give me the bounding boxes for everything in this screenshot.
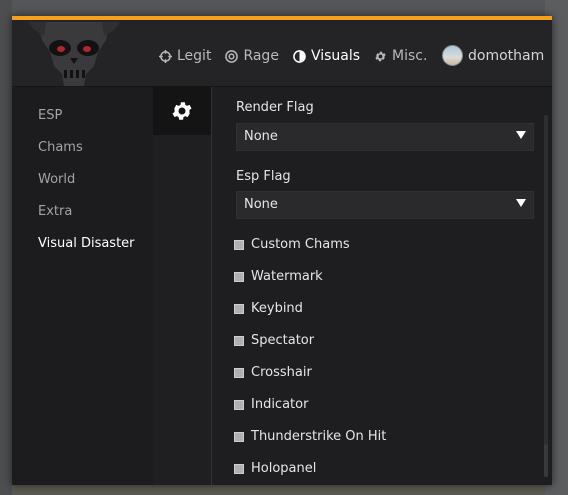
checkbox-box[interactable] — [234, 271, 244, 282]
gear-icon — [375, 51, 386, 61]
settings-panel: Render Flag None Esp Flag None Custom Ch… — [212, 87, 552, 485]
checkbox-label: Keybind — [251, 301, 303, 316]
dropdown-arrow-icon — [516, 131, 526, 139]
sidebar-item-chams[interactable]: Chams — [12, 132, 153, 164]
checkbox-box[interactable] — [234, 303, 244, 314]
avatar — [442, 45, 463, 66]
dropdown-arrow-icon — [516, 199, 526, 207]
sidebar: ESP Chams World Extra Visual Disaster — [12, 87, 154, 485]
checkbox-label: Holopanel — [251, 461, 317, 476]
sub-tab-bar — [153, 87, 212, 485]
render-flag-dropdown[interactable]: None — [236, 123, 534, 151]
sidebar-item-esp[interactable]: ESP — [12, 100, 153, 132]
checkbox-spectator[interactable]: Spectator — [234, 333, 314, 348]
tab-legit-label: Legit — [177, 48, 212, 64]
checkbox-thunderstrike-on-hit[interactable]: Thunderstrike On Hit — [234, 429, 386, 444]
crosshair-icon — [159, 49, 172, 63]
checkbox-box[interactable] — [234, 367, 244, 378]
tab-visuals-label: Visuals — [310, 48, 361, 64]
scrollbar[interactable] — [544, 115, 548, 477]
settings-subtab[interactable] — [153, 87, 211, 135]
scrollbar-thumb[interactable] — [544, 115, 548, 445]
sidebar-item-world[interactable]: World — [12, 164, 153, 196]
cheat-menu-window: Legit Rage Visuals Misc. domotham ESP Ch… — [12, 16, 552, 485]
checkbox-label: Spectator — [251, 333, 315, 348]
username: domotham — [468, 47, 545, 64]
tab-misc[interactable]: Misc. — [374, 48, 427, 64]
checkbox-box[interactable] — [234, 463, 244, 474]
tab-visuals[interactable]: Visuals — [293, 48, 360, 64]
esp-flag-dropdown[interactable]: None — [236, 191, 534, 219]
sidebar-item-extra[interactable]: Extra — [12, 196, 153, 228]
target-icon — [225, 49, 239, 63]
menu-header: Legit Rage Visuals Misc. domotham — [12, 20, 552, 87]
checkbox-label: Indicator — [251, 397, 309, 412]
skull-logo-icon — [28, 22, 120, 86]
tab-rage-label: Rage — [243, 48, 279, 64]
checkbox-label: Crosshair — [251, 365, 312, 380]
half-circle-icon — [293, 49, 306, 63]
top-nav: Legit Rage Visuals Misc. — [159, 46, 441, 66]
checkbox-keybind[interactable]: Keybind — [234, 301, 303, 316]
gear-icon — [172, 102, 192, 120]
sidebar-item-visual-disaster[interactable]: Visual Disaster — [12, 228, 153, 260]
render-flag-label: Render Flag — [236, 100, 314, 115]
checkbox-box[interactable] — [234, 399, 244, 410]
checkbox-label: Watermark — [251, 269, 323, 284]
checkbox-box[interactable] — [234, 335, 244, 346]
checkbox-box[interactable] — [234, 431, 244, 442]
checkbox-indicator[interactable]: Indicator — [234, 397, 308, 412]
checkbox-holopanel[interactable]: Holopanel — [234, 461, 316, 476]
render-flag-value: None — [244, 129, 278, 144]
checkbox-box[interactable] — [234, 239, 244, 250]
esp-flag-value: None — [244, 197, 278, 212]
checkbox-watermark[interactable]: Watermark — [234, 269, 323, 284]
tab-misc-label: Misc. — [392, 48, 428, 64]
esp-flag-label: Esp Flag — [236, 169, 291, 184]
checkbox-label: Custom Chams — [251, 237, 350, 252]
user-profile[interactable]: domotham — [442, 45, 544, 66]
checkbox-custom-chams[interactable]: Custom Chams — [234, 237, 350, 252]
tab-legit[interactable]: Legit — [159, 48, 211, 64]
checkbox-label: Thunderstrike On Hit — [251, 429, 387, 444]
tab-rage[interactable]: Rage — [225, 48, 279, 64]
checkbox-crosshair[interactable]: Crosshair — [234, 365, 312, 380]
